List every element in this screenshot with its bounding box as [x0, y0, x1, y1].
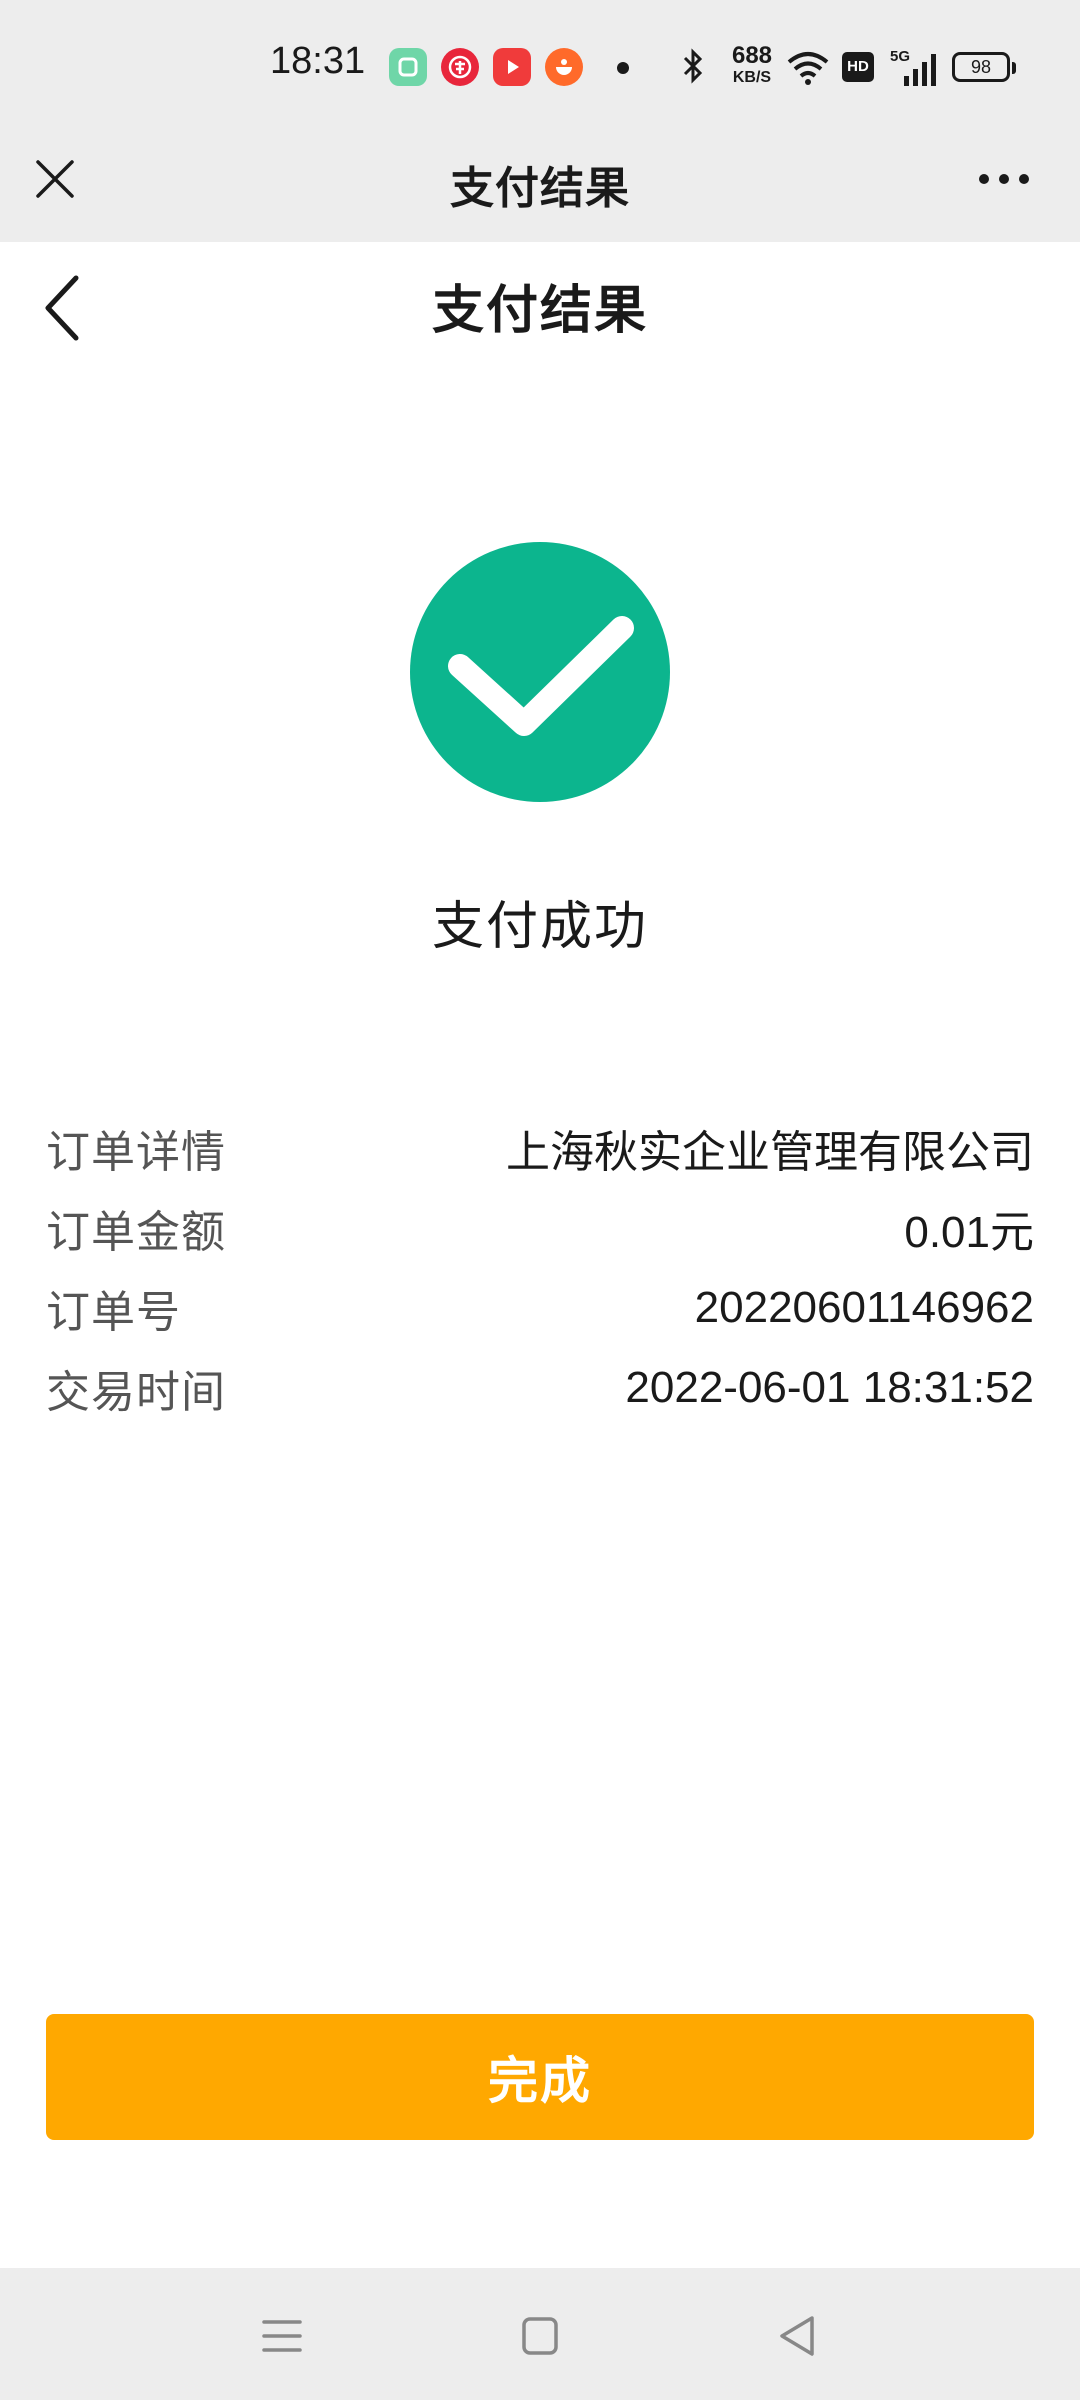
status-time: 18:31: [270, 40, 366, 82]
notification-app-icon: [389, 48, 427, 86]
notification-dot: [617, 62, 629, 74]
outer-title-bar: 支付结果: [0, 132, 1080, 242]
menu-icon[interactable]: [252, 2306, 312, 2366]
system-nav-bar: [0, 2268, 1080, 2400]
detail-label: 交易时间: [46, 1367, 226, 1418]
payment-status-text: 支付成功: [431, 897, 648, 957]
detail-value: 上海秋实企业管理有限公司: [506, 1128, 1034, 1177]
battery-indicator: 98: [952, 52, 1016, 82]
detail-row-merchant: 订单详情 上海秋实企业管理有限公司: [46, 1108, 1034, 1188]
home-icon[interactable]: [510, 2306, 570, 2366]
signal-icon: [904, 54, 936, 86]
detail-value: 2022-06-01 18:31:52: [625, 1363, 1034, 1412]
shopping-app-icon: [545, 48, 583, 86]
more-icon[interactable]: [976, 154, 1032, 204]
screen: 18:31 688 KB/S HD 5G 98 支付结果 支付结果 支付成功 订…: [0, 0, 1080, 2400]
detail-row-transaction-time: 交易时间 2022-06-01 18:31:52: [46, 1348, 1034, 1428]
detail-label: 订单号: [46, 1287, 181, 1338]
detail-row-order-number: 订单号 20220601146962: [46, 1268, 1034, 1348]
status-bar: 18:31 688 KB/S HD 5G 98: [0, 0, 1080, 132]
hd-badge: HD: [842, 52, 874, 82]
detail-label: 订单详情: [46, 1127, 226, 1178]
detail-value: 20220601146962: [694, 1283, 1034, 1332]
signal-group: 5G: [890, 48, 940, 88]
detail-value: 0.01元: [904, 1208, 1034, 1257]
detail-label: 订单金额: [46, 1207, 226, 1258]
wifi-icon: [787, 52, 829, 85]
triangle-back-icon[interactable]: [768, 2306, 828, 2366]
bank-app-icon: [441, 48, 479, 86]
network-speed-value: 688: [731, 42, 773, 69]
network-speed: 688 KB/S: [722, 44, 782, 86]
outer-title: 支付结果: [450, 163, 630, 214]
network-speed-unit: KB/S: [732, 69, 772, 86]
detail-row-amount: 订单金额 0.01元: [46, 1188, 1034, 1268]
order-details: 订单详情 上海秋实企业管理有限公司 订单金额 0.01元 订单号 2022060…: [46, 1108, 1034, 1428]
video-app-icon: [493, 48, 531, 86]
bluetooth-icon: [683, 48, 703, 84]
done-button[interactable]: 完成: [46, 2014, 1034, 2140]
page-title: 支付结果: [431, 281, 648, 341]
check-circle-icon: [410, 542, 670, 802]
page-header: 支付结果: [0, 242, 1080, 372]
